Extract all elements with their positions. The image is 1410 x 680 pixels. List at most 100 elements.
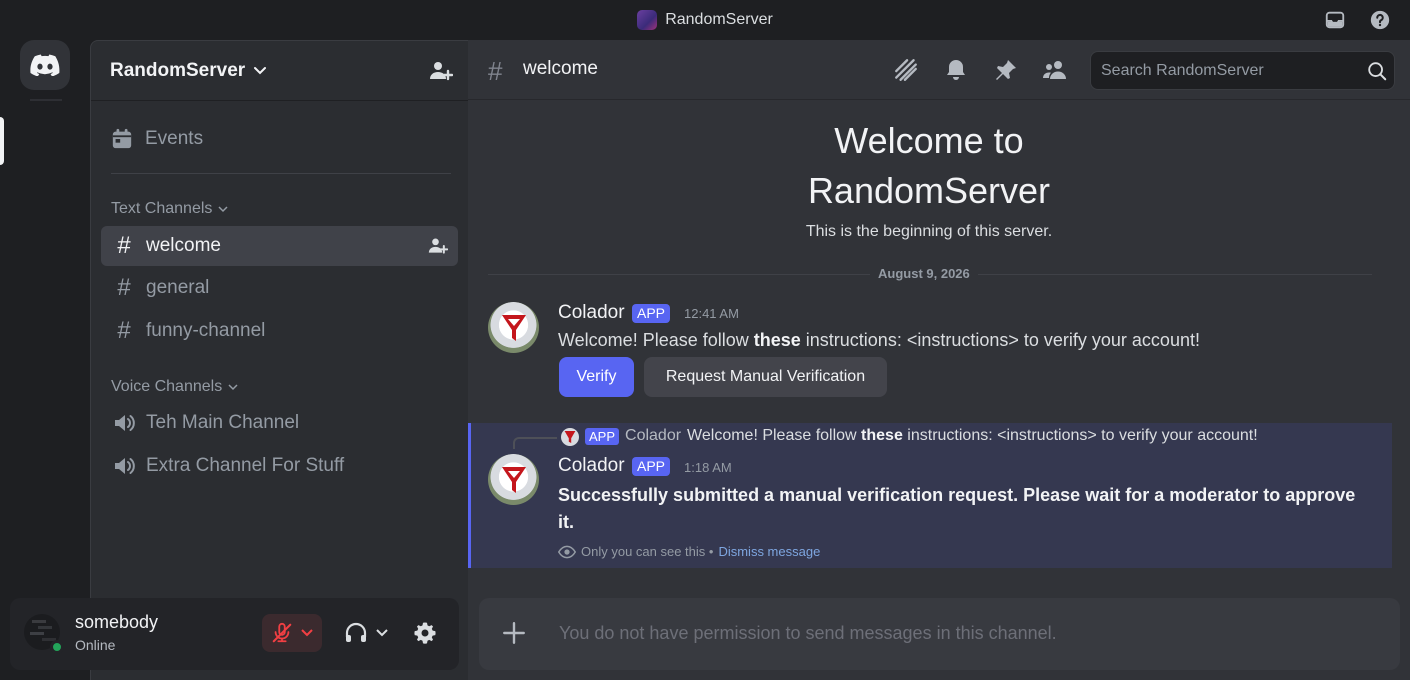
message-author[interactable]: Colador bbox=[558, 302, 625, 324]
eye-icon bbox=[558, 545, 576, 558]
message-text-part: instructions: <instructions> to verify y… bbox=[800, 330, 1200, 350]
colador-logo-icon bbox=[564, 431, 576, 443]
bell-icon[interactable] bbox=[942, 56, 970, 84]
channel-name: Extra Channel For Stuff bbox=[146, 455, 345, 476]
search-input[interactable] bbox=[1101, 52, 1361, 89]
date-divider-label: August 9, 2026 bbox=[870, 266, 978, 281]
reply-spine bbox=[513, 437, 557, 449]
ephemeral-message: APP Colador Welcome! Please follow these… bbox=[468, 423, 1392, 568]
welcome-heading: Welcome to RandomServer bbox=[468, 116, 1390, 216]
search-icon bbox=[1366, 60, 1388, 87]
chevron-down-icon bbox=[228, 383, 238, 390]
create-invite-icon[interactable] bbox=[428, 236, 449, 262]
category-label: Voice Channels bbox=[111, 378, 223, 395]
chevron-down-icon bbox=[253, 66, 267, 76]
dismiss-message-link[interactable]: Dismiss message bbox=[718, 544, 820, 559]
gear-icon bbox=[414, 622, 436, 644]
member-list-icon[interactable] bbox=[1041, 56, 1069, 84]
threads-icon[interactable] bbox=[892, 56, 920, 84]
bot-avatar[interactable] bbox=[488, 302, 539, 353]
home-button[interactable] bbox=[20, 40, 70, 90]
headphones-icon bbox=[345, 622, 367, 642]
app-badge: APP bbox=[632, 304, 671, 323]
chevron-down-icon bbox=[301, 629, 313, 637]
channel-name: funny-channel bbox=[146, 320, 266, 341]
reply-preview[interactable]: APP Colador Welcome! Please follow these… bbox=[585, 427, 1258, 445]
reply-text-bold: these bbox=[861, 427, 903, 444]
welcome-subtitle: This is the beginning of this server. bbox=[805, 223, 1053, 240]
channel-name: Teh Main Channel bbox=[146, 412, 300, 433]
deafen-button[interactable] bbox=[336, 614, 396, 652]
colador-logo-icon bbox=[502, 467, 526, 493]
speaker-icon bbox=[115, 415, 135, 431]
title-bar: RandomServer bbox=[0, 0, 1410, 40]
calendar-icon bbox=[112, 128, 132, 149]
bot-avatar[interactable] bbox=[488, 454, 539, 505]
server-list bbox=[0, 40, 90, 680]
selected-server-indicator bbox=[0, 117, 4, 165]
message-timestamp: 12:41 AM bbox=[684, 306, 739, 321]
chevron-down-icon bbox=[376, 629, 388, 637]
voice-channel-item-extra-channel-for-stuff[interactable]: Extra Channel For Stuff bbox=[101, 446, 458, 486]
events-item[interactable]: Events bbox=[101, 119, 459, 159]
category-label: Text Channels bbox=[111, 200, 213, 217]
verify-button[interactable]: Verify bbox=[559, 357, 634, 397]
server-header[interactable]: RandomServer bbox=[91, 41, 469, 101]
channel-item-welcome[interactable]: # welcome bbox=[101, 226, 458, 266]
message-composer: You do not have permission to send messa… bbox=[479, 598, 1400, 670]
plus-icon bbox=[501, 620, 527, 651]
category-text-channels[interactable]: Text Channels bbox=[111, 198, 228, 220]
channel-title: welcome bbox=[523, 58, 598, 79]
reply-text-part: Welcome! Please follow bbox=[687, 427, 862, 444]
sidebar-divider bbox=[111, 173, 451, 174]
online-status-dot bbox=[50, 640, 64, 654]
ephemeral-note: Only you can see this • Dismiss message bbox=[558, 544, 820, 559]
reply-text-part: instructions: <instructions> to verify y… bbox=[902, 427, 1258, 444]
rail-divider bbox=[30, 99, 62, 101]
help-icon[interactable] bbox=[1368, 8, 1392, 32]
chevron-down-icon bbox=[218, 205, 228, 212]
message-text-part: Welcome! Please follow bbox=[558, 330, 754, 350]
server-mini-icon bbox=[637, 10, 658, 30]
invite-people-icon[interactable] bbox=[429, 59, 454, 88]
mic-muted-icon bbox=[272, 622, 292, 643]
reply-text: Welcome! Please follow these instruction… bbox=[687, 427, 1258, 445]
reply-avatar[interactable] bbox=[561, 428, 579, 446]
user-panel: somebody Online bbox=[10, 598, 459, 670]
channel-item-general[interactable]: # general bbox=[101, 268, 458, 308]
mute-button[interactable] bbox=[262, 614, 322, 652]
welcome-heading-line2: RandomServer bbox=[807, 170, 1051, 211]
hash-icon: # bbox=[117, 232, 131, 259]
message-author[interactable]: Colador bbox=[558, 455, 625, 477]
hash-icon: # bbox=[488, 56, 503, 86]
channel-sidebar: RandomServer Events Text Channels # welc… bbox=[90, 40, 469, 680]
message-text-bold: these bbox=[753, 330, 801, 350]
voice-channel-item-teh-main-channel[interactable]: Teh Main Channel bbox=[101, 403, 458, 443]
search-box[interactable] bbox=[1090, 51, 1395, 90]
message-content: Welcome! Please follow these instruction… bbox=[558, 330, 1200, 351]
composer-disabled-text: You do not have permission to send messa… bbox=[559, 623, 1057, 643]
inbox-icon[interactable] bbox=[1323, 8, 1347, 32]
hash-icon: # bbox=[117, 317, 131, 344]
discord-logo-icon bbox=[30, 54, 60, 76]
ephemeral-note-text: Only you can see this • bbox=[581, 544, 714, 559]
user-status: Online bbox=[75, 637, 116, 653]
welcome-heading-line1: Welcome to bbox=[834, 120, 1024, 161]
channel-name: general bbox=[146, 277, 210, 298]
pin-icon[interactable] bbox=[992, 56, 1020, 84]
username: somebody bbox=[75, 612, 159, 632]
request-manual-verification-button[interactable]: Request Manual Verification bbox=[644, 357, 887, 397]
channel-item-funny-channel[interactable]: # funny-channel bbox=[101, 311, 458, 351]
app-badge: APP bbox=[632, 457, 671, 476]
message-timestamp: 1:18 AM bbox=[684, 460, 732, 475]
colador-logo-icon bbox=[502, 315, 526, 341]
message-content: Successfully submitted a manual verifica… bbox=[558, 485, 1356, 532]
channel-name: welcome bbox=[146, 235, 221, 256]
user-settings-button[interactable] bbox=[406, 614, 444, 652]
chat-area: # welcome Welcome to RandomServer This i… bbox=[468, 40, 1410, 680]
reply-author: Colador bbox=[625, 427, 682, 444]
speaker-icon bbox=[115, 458, 135, 474]
window-title: RandomServer bbox=[0, 0, 1410, 40]
category-voice-channels[interactable]: Voice Channels bbox=[111, 376, 238, 398]
server-name: RandomServer bbox=[110, 59, 246, 81]
